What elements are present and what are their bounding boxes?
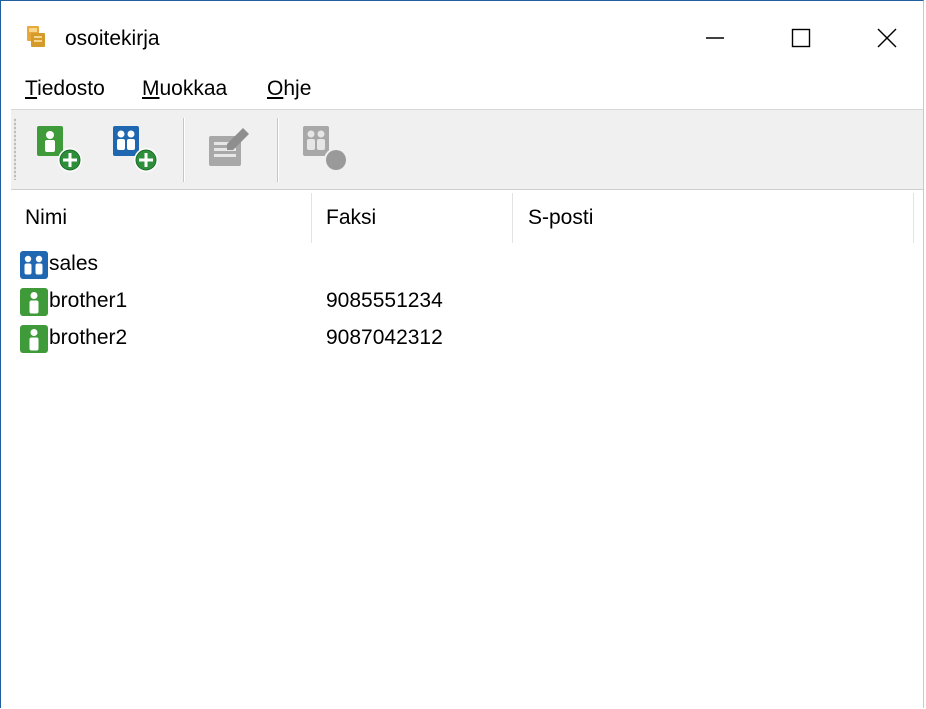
edit-button[interactable] xyxy=(203,122,255,178)
contact-name: sales xyxy=(49,252,99,275)
delete-icon xyxy=(303,126,348,172)
delete-button[interactable] xyxy=(299,122,351,178)
toolbar-grip[interactable] xyxy=(14,118,16,180)
group-icon xyxy=(20,251,48,279)
minimize-button[interactable] xyxy=(687,15,743,61)
list-item[interactable]: brother2 9087042312 xyxy=(11,321,911,359)
contact-icon xyxy=(20,288,48,316)
add-contact-button[interactable] xyxy=(33,122,85,178)
window-title: osoitekirja xyxy=(65,27,160,50)
maximize-button[interactable] xyxy=(773,15,829,61)
toolbar-separator xyxy=(183,118,185,182)
menu-edit[interactable]: Muokkaa xyxy=(142,77,227,101)
maximize-icon xyxy=(791,28,811,48)
menu-bar: Tiedosto Muokkaa Ohje xyxy=(1,69,923,109)
column-divider[interactable] xyxy=(913,193,914,243)
add-contact-icon xyxy=(37,126,82,172)
close-button[interactable] xyxy=(859,15,915,61)
column-header-name[interactable]: Nimi xyxy=(25,191,67,243)
address-book-window: osoitekirja Tiedosto Muokkaa Ohje Nimi F… xyxy=(0,0,924,708)
contact-fax: 9085551234 xyxy=(326,289,443,312)
contact-icon xyxy=(20,325,48,353)
toolbar-separator xyxy=(277,118,279,182)
add-group-button[interactable] xyxy=(109,122,161,178)
column-divider[interactable] xyxy=(512,193,513,243)
contact-name: brother2 xyxy=(49,326,128,349)
title-bar[interactable]: osoitekirja xyxy=(1,1,923,69)
column-header-email[interactable]: S-posti xyxy=(528,191,593,243)
close-icon xyxy=(877,28,897,48)
column-header-fax[interactable]: Faksi xyxy=(326,191,376,243)
menu-help[interactable]: Ohje xyxy=(267,77,311,101)
address-book-app-icon xyxy=(27,26,45,47)
contact-list: Nimi Faksi S-posti sales brother1 908555… xyxy=(11,191,923,709)
add-group-icon xyxy=(113,126,158,172)
list-item[interactable]: sales xyxy=(11,247,911,285)
menu-file[interactable]: Tiedosto xyxy=(25,77,105,101)
toolbar xyxy=(11,110,923,190)
edit-icon xyxy=(209,128,249,166)
minimize-icon xyxy=(706,37,724,39)
column-divider[interactable] xyxy=(311,193,312,243)
list-item[interactable]: brother1 9085551234 xyxy=(11,284,911,322)
contact-name: brother1 xyxy=(49,289,128,312)
contact-fax: 9087042312 xyxy=(326,326,443,349)
